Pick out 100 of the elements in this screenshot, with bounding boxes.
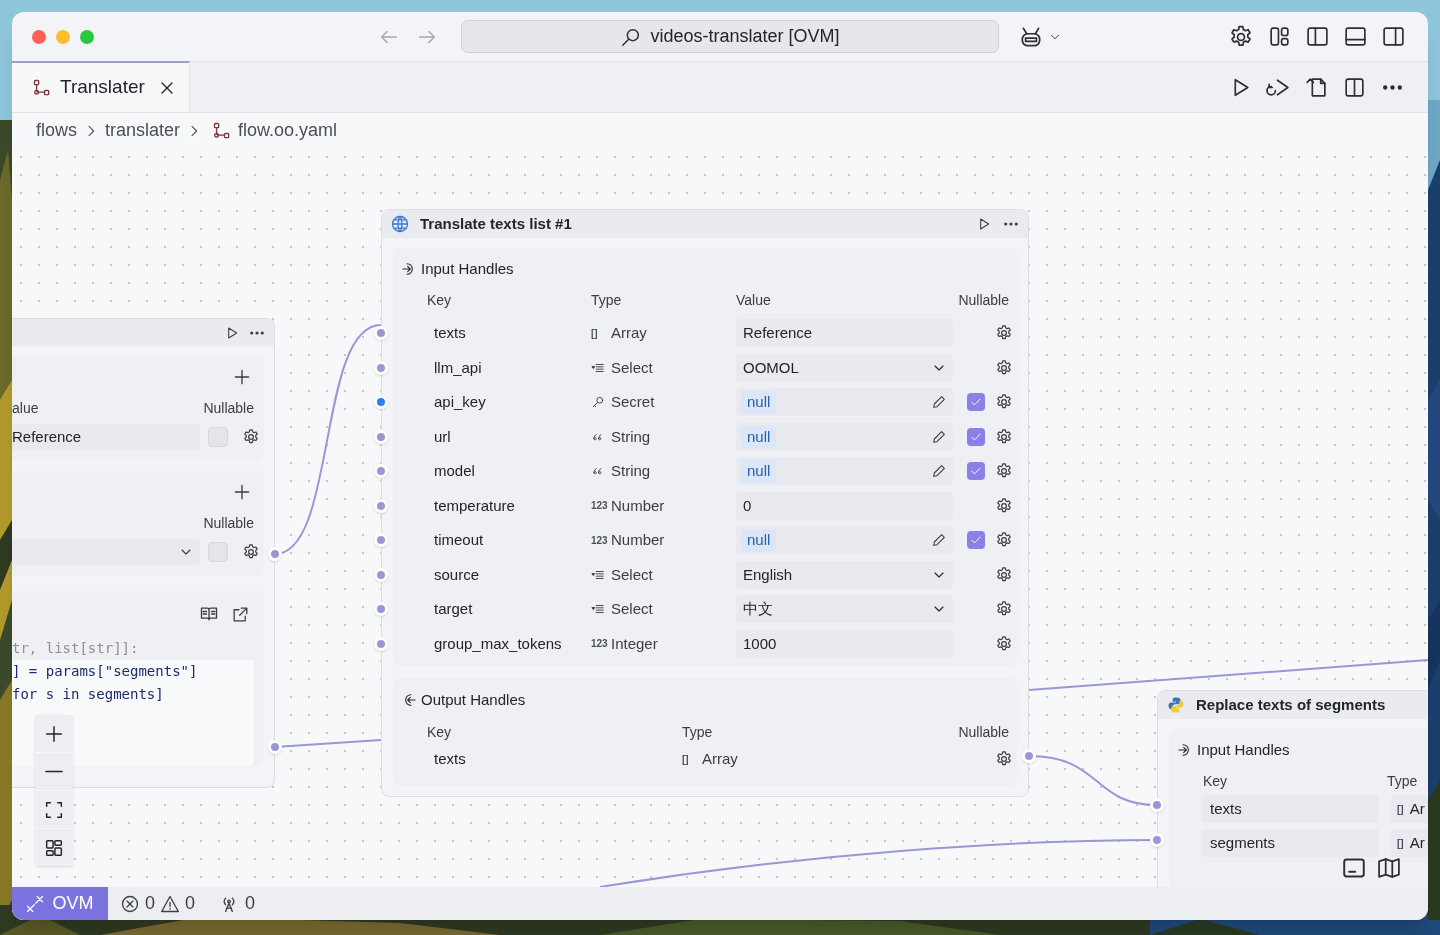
edit-icon[interactable]	[931, 532, 947, 549]
settings-icon[interactable]	[995, 427, 1013, 446]
handle-key: texts	[427, 322, 591, 345]
nullable-checkbox[interactable]	[967, 462, 985, 481]
select-field[interactable]	[12, 539, 200, 565]
column-header: Nullable	[203, 513, 254, 533]
editor-tab[interactable]: Translater	[12, 61, 190, 112]
value-field[interactable]: null	[736, 526, 953, 555]
type-icon: []	[682, 751, 696, 767]
value-field[interactable]: null	[736, 422, 953, 451]
value-field[interactable]: null	[736, 388, 953, 417]
settings-icon[interactable]	[995, 750, 1013, 768]
handle-key: texts	[427, 747, 682, 771]
bottom-panel-icon[interactable]	[1343, 24, 1368, 49]
select-field[interactable]: English	[736, 560, 953, 589]
ports-indicator[interactable]: 0	[219, 890, 256, 917]
null-chip: null	[741, 529, 777, 552]
section-title: Output Handles	[421, 689, 526, 710]
section-title: Input Handles	[421, 258, 514, 279]
add-icon[interactable]	[232, 367, 252, 387]
type-label: Secret	[611, 392, 655, 412]
account-button[interactable]	[1018, 24, 1062, 50]
snake-logo-icon	[1166, 695, 1186, 715]
type-label: Number	[611, 530, 665, 550]
key-field[interactable]: segments	[1201, 829, 1379, 857]
problems-indicator[interactable]: 0 0	[120, 890, 196, 917]
close-window-button[interactable]	[32, 30, 46, 44]
nullable-checkbox[interactable]	[967, 427, 985, 446]
value-field[interactable]: null	[736, 457, 953, 486]
settings-icon[interactable]	[995, 634, 1013, 653]
value-field[interactable]: Reference	[736, 319, 953, 348]
edit-icon[interactable]	[931, 394, 947, 411]
handle-key: llm_api	[427, 356, 591, 379]
breadcrumb-item[interactable]: flow.oo.yaml	[238, 117, 338, 144]
handle-key: api_key	[427, 391, 591, 414]
type-label: Integer	[611, 633, 658, 654]
type-label: Number	[611, 495, 665, 516]
value-field[interactable]: 1000	[736, 629, 953, 658]
breadcrumb-item[interactable]: translater	[105, 117, 181, 144]
column-header: Type	[1387, 772, 1419, 791]
zoom-control-button[interactable]	[35, 791, 73, 828]
settings-icon[interactable]	[995, 565, 1013, 584]
type-field[interactable]: [] Ar	[1391, 829, 1428, 857]
zoom-out-icon	[44, 770, 64, 773]
column-header: Key	[427, 291, 453, 310]
settings-icon[interactable]	[242, 428, 260, 446]
map-icon[interactable]	[1378, 858, 1400, 878]
key-icon	[591, 395, 605, 410]
type-field[interactable]: [] Ar	[1391, 795, 1428, 823]
edit-icon[interactable]	[931, 428, 947, 445]
handle-key: group_max_tokens	[427, 632, 591, 655]
error-icon	[120, 893, 140, 914]
handle-key: target	[427, 598, 591, 621]
handle-key: model	[427, 460, 591, 483]
value-field[interactable]: Reference	[12, 424, 200, 450]
add-icon[interactable]	[232, 482, 252, 502]
zoom-control-button[interactable]	[35, 829, 73, 866]
code-line: ] = params["segments"]	[12, 662, 199, 681]
column-header: Nullable	[957, 291, 1010, 310]
column-header: Type	[591, 291, 623, 310]
column-header: Nullable	[203, 398, 254, 418]
edit-icon[interactable]	[931, 463, 947, 480]
code-editor[interactable]: tr, list[str]]: ] = params["segments"] for s in segments]	[12, 637, 254, 766]
split-editor-icon[interactable]	[1342, 75, 1367, 100]
left-sidebar-icon[interactable]	[1305, 24, 1330, 49]
null-chip: null	[741, 425, 777, 448]
type-label: Array	[702, 748, 738, 769]
settings-icon[interactable]	[242, 543, 260, 561]
column-header: Key	[427, 723, 453, 742]
value-field[interactable]: 0	[736, 491, 953, 520]
settings-icon[interactable]	[995, 496, 1013, 515]
code-line: for s in segments]	[12, 685, 165, 704]
right-sidebar-icon[interactable]	[1381, 24, 1406, 49]
nullable-checkbox[interactable]	[967, 393, 985, 412]
zoom-control-button[interactable]	[35, 715, 73, 752]
layout-icon[interactable]	[1267, 24, 1292, 49]
type-icon: []	[591, 325, 605, 341]
type-label: Select	[611, 357, 653, 378]
search-field[interactable]: videos-translater [OVM]	[461, 20, 999, 53]
type-icon: []	[1397, 801, 1404, 817]
key-field[interactable]: texts	[1201, 795, 1379, 823]
breadcrumb-item[interactable]: flows	[36, 117, 77, 144]
node-title: Translate texts list #1	[420, 213, 573, 234]
type-label: String	[611, 461, 651, 481]
nullable-checkbox[interactable]	[208, 542, 228, 562]
select-field[interactable]: 中文	[736, 595, 953, 624]
type-label: String	[611, 426, 651, 447]
document-icon[interactable]	[1304, 75, 1329, 100]
settings-icon[interactable]	[995, 358, 1013, 377]
comment-icon[interactable]	[1343, 858, 1365, 878]
column-header: Key	[1203, 772, 1229, 791]
type-icon: []	[1397, 835, 1404, 851]
select-field[interactable]: OOMOL	[736, 353, 953, 382]
type-label: Select	[611, 599, 653, 619]
type-label: Array	[611, 323, 647, 343]
handle-key: url	[427, 425, 591, 448]
flow-icon	[32, 77, 52, 98]
remote-indicator[interactable]: OVM	[12, 887, 108, 920]
nullable-checkbox[interactable]	[208, 427, 228, 447]
nullable-checkbox[interactable]	[967, 531, 985, 550]
